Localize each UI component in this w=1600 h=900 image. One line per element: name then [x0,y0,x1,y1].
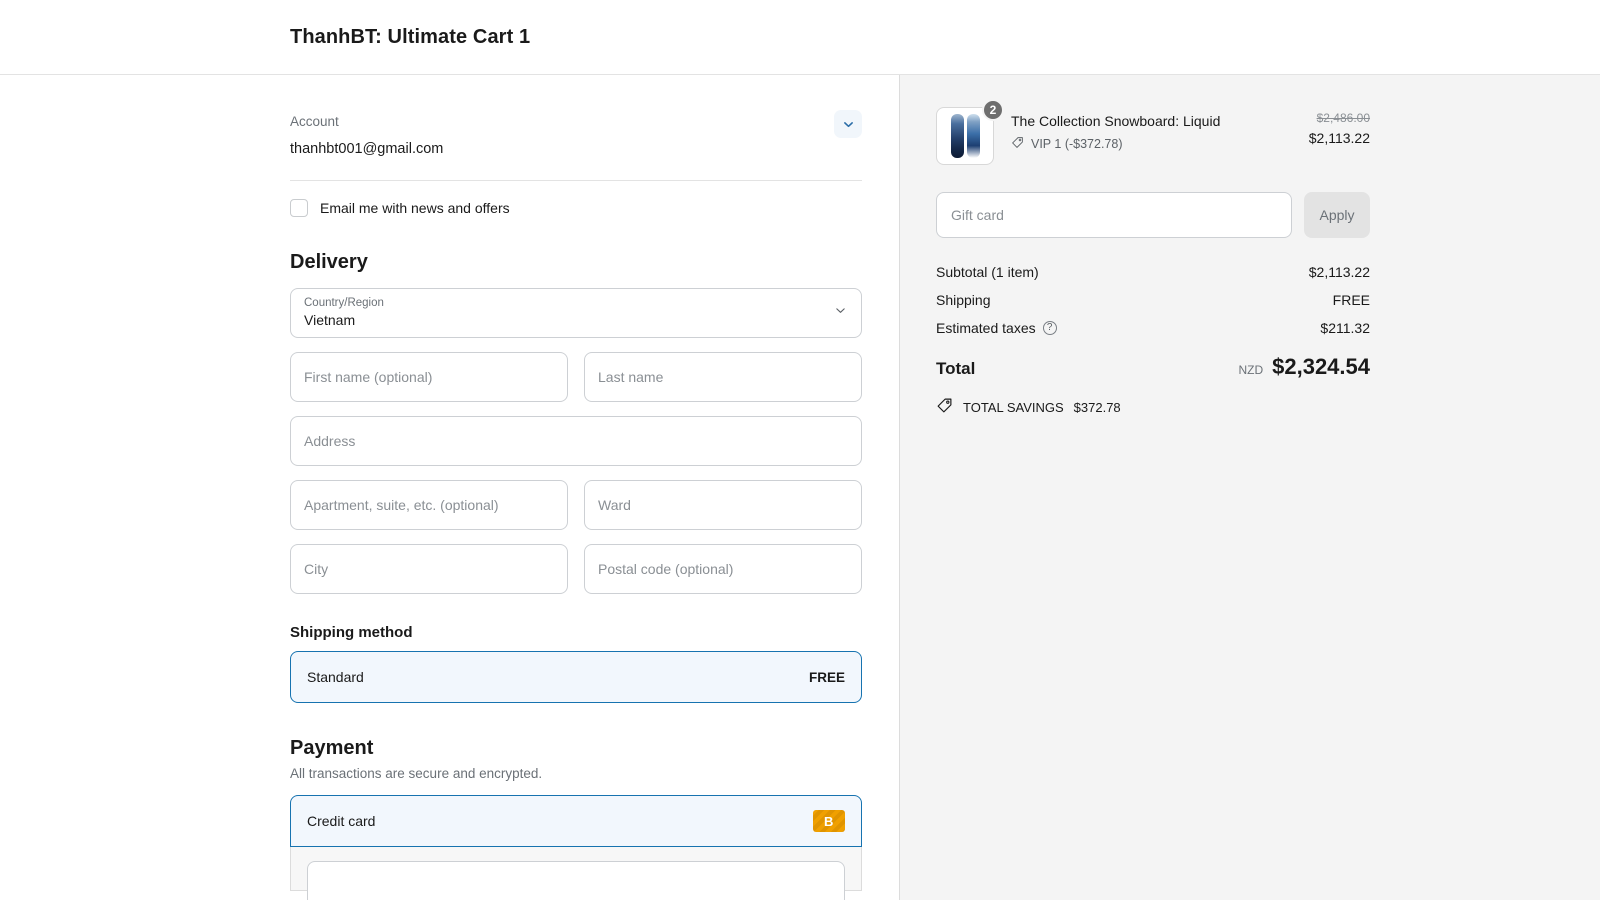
product-prices: $2,486.00 $2,113.22 [1309,107,1370,148]
chevron-down-icon [834,304,847,322]
taxes-value: $211.32 [1320,320,1370,336]
delivery-heading: Delivery [290,251,862,274]
payment-subtitle: All transactions are secure and encrypte… [290,766,862,781]
account-label: Account [290,113,443,131]
payment-option-credit-card[interactable]: Credit card B [290,795,862,847]
taxes-line: Estimated taxes ? $211.32 [936,320,1370,336]
apartment-input[interactable]: Apartment, suite, etc. (optional) [290,480,568,530]
name-row: First name (optional) Last name [290,352,862,402]
checkout-page: Account thanhbt001@gmail.com Email me wi… [0,75,1600,900]
city-postal-row: City Postal code (optional) [290,544,862,594]
page-title: ThanhBT: Ultimate Cart 1 [290,26,530,49]
shipping-label: Shipping [936,292,991,308]
payment-option-label: Credit card [307,813,375,829]
newsletter-row[interactable]: Email me with news and offers [290,199,862,217]
apartment-ward-row: Apartment, suite, etc. (optional) Ward [290,480,862,530]
country-region-value: Vietnam [304,312,848,329]
apartment-placeholder: Apartment, suite, etc. (optional) [304,497,554,514]
shipping-method-heading: Shipping method [290,624,862,641]
grand-total-amount: $2,324.54 [1272,354,1370,380]
postal-code-placeholder: Postal code (optional) [598,561,848,578]
quantity-badge: 2 [982,99,1004,121]
taxes-label: Estimated taxes [936,320,1036,336]
tag-icon [1011,136,1024,152]
product-details: The Collection Snowboard: Liquid VIP 1 (… [994,107,1309,152]
gift-card-input[interactable]: Gift card [936,192,1292,238]
grand-total-label: Total [936,359,975,379]
first-name-placeholder: First name (optional) [304,369,554,386]
total-savings-amount: $372.78 [1074,400,1121,415]
product-discount-label: VIP 1 (-$372.78) [1031,137,1123,151]
total-savings-row: TOTAL SAVINGS $372.78 [936,397,1370,417]
city-input[interactable]: City [290,544,568,594]
total-savings-label: TOTAL SAVINGS [963,400,1064,415]
newsletter-label: Email me with news and offers [320,200,510,216]
app-header: ThanhBT: Ultimate Cart 1 [0,0,1600,75]
ward-input[interactable]: Ward [584,480,862,530]
product-price-final: $2,113.22 [1309,128,1370,148]
chevron-down-icon [842,118,855,131]
card-number-input[interactable] [307,861,845,900]
address-placeholder: Address [304,433,848,450]
checkout-form-pane: Account thanhbt001@gmail.com Email me wi… [0,75,900,900]
tag-icon [936,397,953,417]
product-price-original: $2,486.00 [1309,110,1370,126]
shipping-option-standard[interactable]: Standard FREE [290,651,862,703]
shipping-value: FREE [1333,292,1370,308]
help-icon[interactable]: ? [1043,321,1057,335]
address-input[interactable]: Address [290,416,862,466]
subtotal-line: Subtotal (1 item) $2,113.22 [936,264,1370,280]
newsletter-checkbox[interactable] [290,199,308,217]
account-email: thanhbt001@gmail.com [290,140,443,158]
apply-gift-card-button[interactable]: Apply [1304,192,1370,238]
snowboard-icon [967,114,980,158]
city-placeholder: City [304,561,554,578]
subtotal-value: $2,113.22 [1309,264,1370,280]
order-line-item: 2 The Collection Snowboard: Liquid VIP 1… [936,107,1370,165]
shipping-option-price: FREE [809,670,845,685]
gift-card-row: Gift card Apply [936,192,1370,238]
shipping-option-label: Standard [307,669,364,685]
account-section: Account thanhbt001@gmail.com [290,113,862,158]
last-name-input[interactable]: Last name [584,352,862,402]
country-region-label: Country/Region [304,297,848,310]
first-name-input[interactable]: First name (optional) [290,352,568,402]
currency-code: NZD [1238,363,1263,377]
account-expand-button[interactable] [834,110,862,138]
subtotal-label: Subtotal (1 item) [936,264,1039,280]
snowboard-icon [951,114,964,158]
account-divider [290,180,862,181]
payment-card-form [290,847,862,891]
totals-list: Subtotal (1 item) $2,113.22 Shipping FRE… [936,264,1370,417]
shipping-line: Shipping FREE [936,292,1370,308]
ward-placeholder: Ward [598,497,848,514]
product-title: The Collection Snowboard: Liquid [1011,112,1309,130]
country-region-select[interactable]: Country/Region Vietnam [290,288,862,338]
order-summary-pane: 2 The Collection Snowboard: Liquid VIP 1… [900,75,1600,900]
product-discount: VIP 1 (-$372.78) [1011,136,1309,152]
last-name-placeholder: Last name [598,369,848,386]
postal-code-input[interactable]: Postal code (optional) [584,544,862,594]
product-thumbnail-wrap: 2 [936,107,994,165]
payment-heading: Payment [290,737,862,760]
card-brand-icon: B [813,810,845,832]
grand-total-line: Total NZD $2,324.54 [936,354,1370,380]
